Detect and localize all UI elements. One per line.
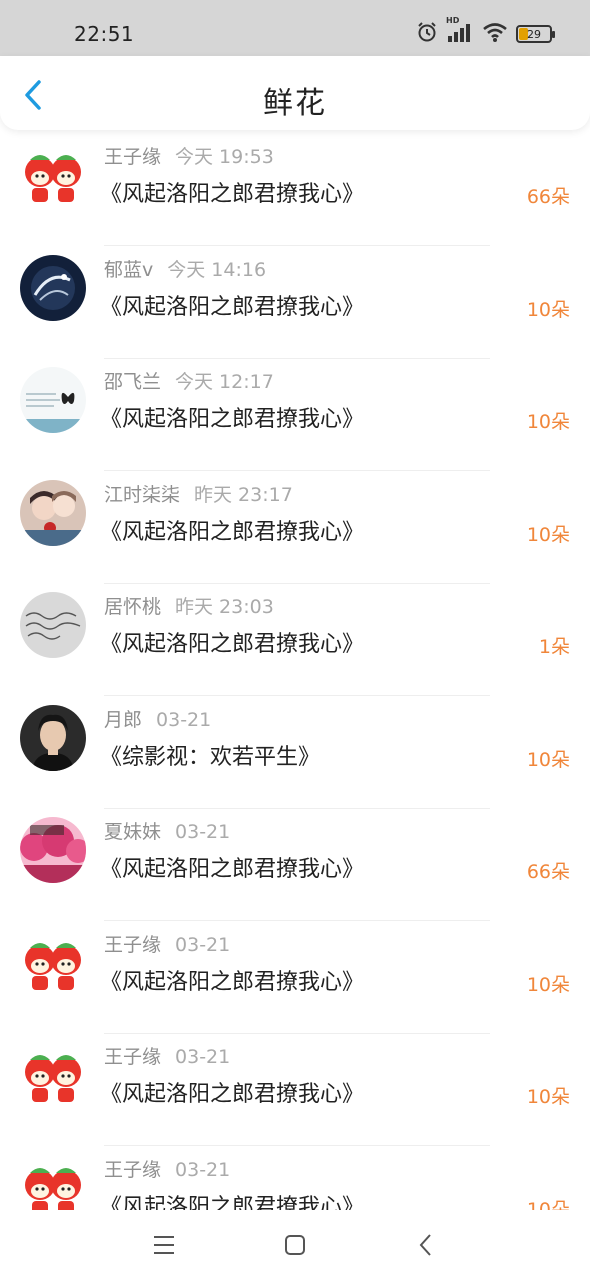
list-item[interactable]: 夏妹妹 03-21 《风起洛阳之郎君撩我心》 66朵	[0, 809, 590, 921]
timestamp: 03-21	[175, 933, 231, 956]
menu-button[interactable]	[144, 1230, 184, 1260]
alarm-icon	[416, 21, 438, 47]
home-button[interactable]	[275, 1230, 315, 1260]
book-title[interactable]: 《综影视：欢若平生》	[100, 739, 320, 771]
list-item[interactable]: 王子缘 03-21 《风起洛阳之郎君撩我心》 10朵	[0, 1147, 590, 1211]
book-title[interactable]: 《风起洛阳之郎君撩我心》	[100, 1189, 364, 1211]
name-line: 居怀桃 昨天 23:03	[104, 592, 274, 619]
name-line: 王子缘 今天 19:53	[104, 142, 274, 169]
avatar-pink-trees[interactable]	[20, 817, 86, 883]
user-name[interactable]: 王子缘	[104, 1159, 161, 1181]
flower-list[interactable]: 王子缘 今天 19:53 《风起洛阳之郎君撩我心》 66朵 郁蓝v 今天 14:16…	[0, 130, 590, 1210]
user-name[interactable]: 王子缘	[104, 1046, 161, 1068]
timestamp: 03-21	[175, 1158, 231, 1181]
home-square-icon	[285, 1235, 305, 1255]
navigation-bar	[0, 1210, 590, 1280]
book-title[interactable]: 《风起洛阳之郎君撩我心》	[100, 964, 364, 996]
chevron-left-icon	[419, 1234, 431, 1256]
avatar-anime-couple[interactable]	[20, 479, 86, 546]
flower-amount: 10朵	[526, 411, 570, 433]
battery-icon: 29	[516, 25, 555, 43]
status-bar: 22:51 HD 29	[0, 0, 590, 56]
book-title[interactable]: 《风起洛阳之郎君撩我心》	[100, 626, 364, 658]
user-name[interactable]: 江时柒柒	[104, 484, 180, 506]
list-item[interactable]: 邵飞兰 今天 12:17 《风起洛阳之郎君撩我心》 10朵	[0, 359, 590, 471]
flower-amount: 10朵	[526, 298, 570, 321]
user-name[interactable]: 邵飞兰	[104, 371, 161, 393]
avatar-handwriting[interactable]	[20, 592, 86, 658]
timestamp: 昨天 23:03	[175, 596, 274, 618]
list-item[interactable]: 王子缘 03-21 《风起洛阳之郎君撩我心》 10朵	[0, 1034, 590, 1146]
system-back-button[interactable]	[406, 1230, 446, 1260]
list-item[interactable]: 郁蓝v 今天 14:16 《风起洛阳之郎君撩我心》 10朵	[0, 247, 590, 359]
page-title: 鲜花	[263, 86, 327, 121]
name-line: 王子缘 03-21	[104, 1042, 230, 1069]
avatar-strawberry[interactable]	[20, 1042, 86, 1108]
timestamp: 今天 14:16	[167, 258, 267, 281]
book-title[interactable]: 《风起洛阳之郎君撩我心》	[100, 851, 364, 883]
flower-amount: 66朵	[526, 861, 570, 883]
book-title[interactable]: 《风起洛阳之郎君撩我心》	[100, 289, 364, 321]
list-item[interactable]: 王子缘 今天 19:53 《风起洛阳之郎君撩我心》 66朵	[0, 134, 590, 246]
flower-amount: 66朵	[526, 186, 570, 208]
user-name[interactable]: 月郎	[104, 709, 142, 731]
timestamp: 今天 19:53	[175, 146, 274, 168]
timestamp: 昨天 23:17	[194, 483, 293, 506]
menu-icon	[154, 1236, 174, 1254]
name-line: 江时柒柒 昨天 23:17	[104, 480, 293, 507]
user-name[interactable]: 王子缘	[104, 146, 161, 168]
status-icons: HD 29	[416, 16, 555, 47]
signal-icon: HD	[446, 16, 474, 47]
list-item[interactable]: 月郎 03-21 《综影视：欢若平生》 10朵	[0, 697, 590, 809]
name-line: 夏妹妹 03-21	[104, 817, 230, 844]
book-title[interactable]: 《风起洛阳之郎君撩我心》	[100, 176, 364, 208]
list-item[interactable]: 王子缘 03-21 《风起洛阳之郎君撩我心》 10朵	[0, 922, 590, 1034]
avatar-strawberry[interactable]	[20, 142, 86, 208]
hd-label: HD	[446, 16, 460, 25]
name-line: 邵飞兰 今天 12:17	[104, 367, 274, 394]
flower-amount: 10朵	[526, 1086, 570, 1108]
name-line: 月郎 03-21	[104, 705, 211, 732]
timestamp: 03-21	[175, 821, 231, 843]
avatar-butterfly[interactable]	[20, 367, 86, 433]
name-line: 郁蓝v 今天 14:16	[104, 255, 266, 282]
user-name[interactable]: 王子缘	[104, 934, 161, 956]
avatar-strawberry[interactable]	[20, 1154, 86, 1210]
book-title[interactable]: 《风起洛阳之郎君撩我心》	[100, 1076, 364, 1108]
book-title[interactable]: 《风起洛阳之郎君撩我心》	[100, 401, 364, 433]
battery-level: 29	[527, 27, 541, 41]
wifi-icon	[482, 21, 508, 47]
name-line: 王子缘 03-21	[104, 1155, 230, 1182]
timestamp: 03-21	[156, 708, 212, 731]
timestamp: 今天 12:17	[175, 371, 274, 393]
flower-amount: 10朵	[526, 1198, 570, 1211]
avatar-portrait[interactable]	[20, 704, 86, 771]
user-name[interactable]: 郁蓝v	[104, 259, 153, 281]
flower-amount: 10朵	[526, 523, 570, 546]
flower-amount: 1朵	[538, 636, 570, 658]
name-line: 王子缘 03-21	[104, 930, 230, 957]
header: 鲜花	[0, 56, 590, 130]
flower-amount: 10朵	[526, 973, 570, 996]
avatar-dark-art[interactable]	[20, 254, 86, 321]
timestamp: 03-21	[175, 1046, 231, 1068]
book-title[interactable]: 《风起洛阳之郎君撩我心》	[100, 514, 364, 546]
list-item[interactable]: 江时柒柒 昨天 23:17 《风起洛阳之郎君撩我心》 10朵	[0, 472, 590, 584]
status-time: 22:51	[74, 22, 135, 46]
avatar-strawberry[interactable]	[20, 929, 86, 996]
list-item[interactable]: 居怀桃 昨天 23:03 《风起洛阳之郎君撩我心》 1朵	[0, 584, 590, 696]
flower-amount: 10朵	[526, 748, 570, 771]
user-name[interactable]: 夏妹妹	[104, 821, 161, 843]
user-name[interactable]: 居怀桃	[104, 596, 161, 618]
